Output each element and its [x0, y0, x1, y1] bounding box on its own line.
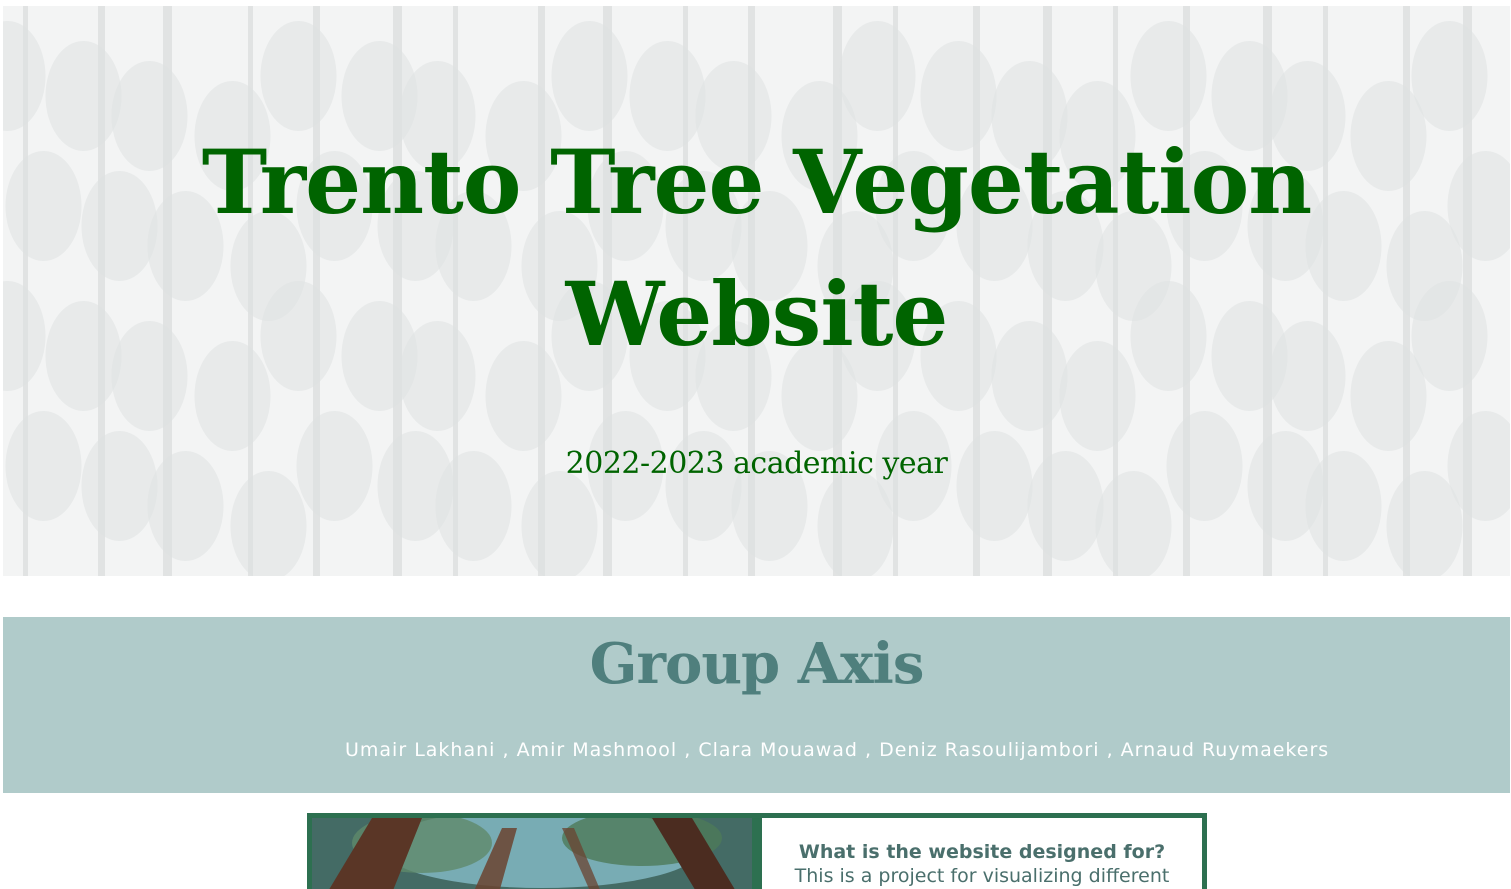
academic-year-subtitle: 2022-2023 academic year — [565, 446, 948, 481]
card-divider — [752, 818, 762, 889]
member-separator: , — [677, 739, 699, 761]
page-title: Trento Tree Vegetation Website — [201, 130, 1313, 366]
forest-photo — [312, 818, 752, 889]
info-card: What is the website designed for? This i… — [307, 813, 1207, 889]
info-body: This is a project for visualizing differ… — [794, 865, 1170, 887]
card-text: What is the website designed for? This i… — [762, 818, 1202, 888]
group-title: Group Axis — [589, 631, 925, 697]
hero-banner: Trento Tree Vegetation Website 2022-2023… — [3, 6, 1510, 576]
member-list: Umair Lakhani , Amir Mashmool , Clara Mo… — [345, 737, 1335, 763]
member-separator: , — [495, 739, 517, 761]
member-name: Amir Mashmool — [516, 739, 678, 761]
group-section: Group Axis Umair Lakhani , Amir Mashmool… — [3, 617, 1510, 793]
member-name: Clara Mouawad — [698, 739, 858, 761]
info-question: What is the website designed for? — [798, 841, 1166, 863]
member-separator: , — [1099, 739, 1121, 761]
member-separator: , — [857, 739, 880, 761]
member-name: Deniz Rasoulijambori — [879, 739, 1100, 761]
member-name: Arnaud Ruymaekers — [1120, 739, 1330, 761]
member-name: Umair Lakhani — [345, 739, 496, 761]
